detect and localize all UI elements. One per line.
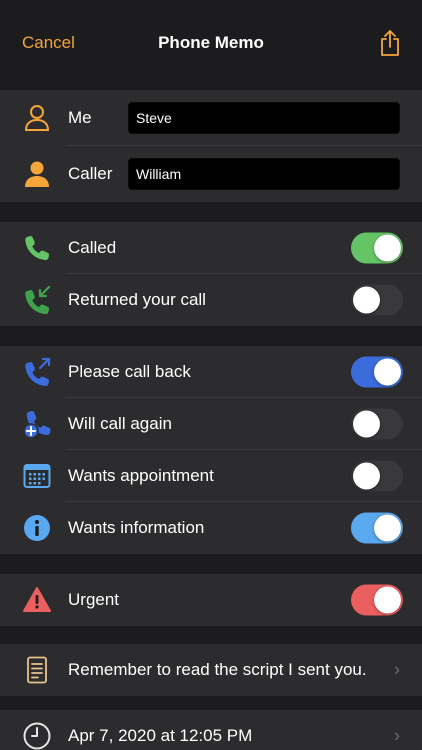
returned-call-row: Returned your call bbox=[0, 274, 422, 326]
returned-call-toggle[interactable] bbox=[351, 284, 403, 316]
share-icon[interactable] bbox=[378, 28, 402, 58]
called-label: Called bbox=[68, 238, 117, 257]
note-row[interactable]: Remember to read the script I sent you. … bbox=[0, 644, 422, 696]
urgent-section: Urgent bbox=[0, 574, 422, 626]
wants-appointment-label: Wants appointment bbox=[68, 466, 214, 485]
calendar-icon bbox=[22, 461, 52, 491]
incoming-call-icon bbox=[22, 285, 52, 315]
please-call-back-toggle[interactable] bbox=[351, 356, 403, 388]
info-icon bbox=[22, 513, 52, 543]
person-filled-icon bbox=[22, 159, 52, 189]
people-section: Me Steve Caller William bbox=[0, 90, 422, 202]
wants-information-label: Wants information bbox=[68, 518, 205, 537]
phone-add-icon bbox=[22, 409, 52, 439]
called-toggle[interactable] bbox=[351, 232, 403, 264]
will-call-again-label: Will call again bbox=[68, 414, 172, 433]
note-icon bbox=[22, 655, 52, 685]
phone-icon bbox=[22, 233, 52, 263]
caller-row: Caller William bbox=[0, 146, 422, 202]
returned-call-label: Returned your call bbox=[68, 290, 206, 309]
toggle-knob bbox=[374, 358, 401, 386]
outgoing-call-icon bbox=[22, 357, 52, 387]
datetime-text: Apr 7, 2020 at 12:05 PM bbox=[68, 726, 253, 745]
me-input[interactable]: Steve bbox=[128, 102, 400, 134]
section-spacer bbox=[0, 554, 422, 574]
caller-input[interactable]: William bbox=[128, 158, 400, 190]
toggle-knob bbox=[353, 410, 380, 438]
section-spacer bbox=[0, 66, 422, 90]
datetime-row[interactable]: Apr 7, 2020 at 12:05 PM › bbox=[0, 710, 422, 750]
please-call-back-label: Please call back bbox=[68, 362, 191, 381]
page-title: Phone Memo bbox=[158, 33, 264, 52]
toggle-knob bbox=[353, 462, 380, 490]
chevron-right-icon: › bbox=[394, 725, 400, 746]
urgent-label: Urgent bbox=[68, 590, 120, 609]
me-row: Me Steve bbox=[0, 90, 422, 146]
note-text: Remember to read the script I sent you. bbox=[68, 660, 367, 679]
datetime-section: Apr 7, 2020 at 12:05 PM › bbox=[0, 710, 422, 750]
person-outline-icon bbox=[22, 103, 52, 133]
warning-icon bbox=[22, 585, 52, 615]
called-row: Called bbox=[0, 222, 422, 274]
section-spacer bbox=[0, 202, 422, 222]
section-spacer bbox=[0, 626, 422, 644]
will-call-again-toggle[interactable] bbox=[351, 408, 403, 440]
section-spacer bbox=[0, 326, 422, 346]
wants-appointment-row: Wants appointment bbox=[0, 450, 422, 502]
chevron-right-icon: › bbox=[394, 659, 400, 680]
note-section: Remember to read the script I sent you. … bbox=[0, 644, 422, 696]
toggle-knob bbox=[353, 286, 380, 314]
call-status-section: Called Returned your call bbox=[0, 222, 422, 326]
wants-information-toggle[interactable] bbox=[351, 512, 403, 544]
toggle-knob bbox=[374, 514, 401, 542]
urgent-row: Urgent bbox=[0, 574, 422, 626]
toggle-knob bbox=[374, 234, 401, 262]
wants-information-row: Wants information bbox=[0, 502, 422, 554]
requests-section: Please call back Will call again Wants a… bbox=[0, 346, 422, 554]
urgent-toggle[interactable] bbox=[351, 584, 403, 616]
section-spacer bbox=[0, 696, 422, 710]
clock-icon bbox=[22, 721, 52, 750]
toggle-knob bbox=[374, 586, 401, 614]
me-label: Me bbox=[68, 108, 92, 127]
caller-label: Caller bbox=[68, 164, 113, 183]
will-call-again-row: Will call again bbox=[0, 398, 422, 450]
wants-appointment-toggle[interactable] bbox=[351, 460, 403, 492]
please-call-back-row: Please call back bbox=[0, 346, 422, 398]
